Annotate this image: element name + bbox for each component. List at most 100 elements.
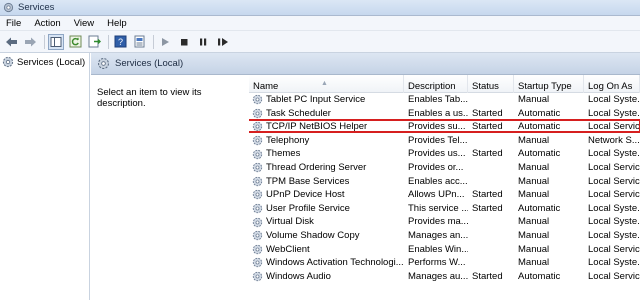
service-name-cell: Thread Ordering Server [249, 161, 404, 175]
service-gear-icon [252, 163, 263, 173]
service-description: Enables Win... [408, 243, 468, 255]
services-gear-icon [97, 57, 110, 70]
service-status: Started [472, 107, 503, 119]
service-row[interactable]: Thread Ordering Server Provides or... Manu… [249, 161, 640, 175]
service-status [468, 134, 514, 148]
stop-icon[interactable] [176, 34, 192, 50]
service-row[interactable]: User Profile Service This service ... Star… [249, 202, 640, 216]
service-gear-icon [252, 108, 263, 119]
service-name-cell: TPM Base Services [249, 175, 404, 189]
service-name-cell: Tablet PC Input Service [249, 93, 404, 107]
service-description: This service ... [408, 202, 468, 214]
service-log-on-as: Local Service [588, 243, 640, 255]
service-description: Allows UPn... [408, 189, 465, 201]
service-gear-icon [252, 203, 263, 214]
service-log-on-as: Network S... [588, 134, 640, 146]
service-log-on-as: Local Service [588, 161, 640, 173]
menu-help[interactable]: Help [101, 18, 134, 29]
service-status: Started [472, 148, 503, 160]
service-description: Enables Tab... [408, 94, 468, 105]
service-row[interactable]: Task Scheduler Enables a us... Started Auto… [249, 107, 640, 121]
service-name-cell: Volume Shadow Copy [249, 229, 404, 243]
back-icon[interactable] [3, 34, 19, 50]
service-name: Themes [266, 148, 301, 160]
column-header-status[interactable]: Status [468, 75, 514, 93]
service-row[interactable]: Tablet PC Input Service Enables Tab... Man… [249, 93, 640, 107]
menu-file[interactable]: File [0, 18, 28, 29]
start-icon[interactable] [157, 34, 173, 50]
service-status [468, 215, 514, 229]
service-gear-icon [252, 271, 263, 282]
service-gear-icon [252, 149, 263, 159]
service-status: Started [472, 121, 503, 133]
service-row[interactable]: TPM Base Services Enables acc... Manual Loc… [249, 175, 640, 189]
column-header-startup-type[interactable]: Startup Type [514, 75, 584, 93]
service-name: Virtual Disk [266, 216, 314, 228]
list-body: Tablet PC Input Service Enables Tab... Man… [249, 93, 640, 283]
service-name-cell: UPnP Device Host [249, 188, 404, 202]
window-title: Services [18, 2, 55, 13]
service-startup-type: Manual [518, 134, 550, 146]
menu-bar: File Action View Help [0, 16, 640, 31]
menu-view[interactable]: View [68, 18, 101, 29]
tree-item-services-local[interactable]: Services (Local) [0, 53, 89, 71]
service-name: WebClient [266, 243, 310, 255]
services-pane: Services (Local) Select an item to view … [91, 53, 640, 300]
service-status [468, 229, 514, 243]
service-log-on-as: Local Service [588, 121, 640, 133]
service-startup-type: Manual [518, 243, 550, 255]
service-row[interactable]: Telephony Provides Tel... Manual Network S.… [249, 134, 640, 148]
service-startup-type: Automatic [518, 270, 561, 282]
forward-icon[interactable] [22, 34, 38, 50]
service-status [468, 175, 514, 189]
service-name: Windows Activation Technologi... [266, 257, 404, 269]
service-log-on-as: Local Syste... [588, 257, 640, 269]
service-row[interactable]: Themes Provides us... Started Automatic Loca… [249, 147, 640, 161]
properties-icon[interactable] [131, 34, 147, 50]
service-startup-type: Manual [518, 257, 550, 269]
service-log-on-as: Local Syste... [588, 202, 640, 214]
service-log-on-as: Local Service [588, 175, 640, 187]
pane-header: Services (Local) [91, 53, 640, 75]
service-row[interactable]: Volume Shadow Copy Manages an... Manual Loc… [249, 229, 640, 243]
service-startup-type: Automatic [518, 107, 561, 119]
service-startup-type: Manual [518, 161, 550, 173]
column-header-description[interactable]: Description [404, 75, 468, 93]
service-log-on-as: Local Syste... [588, 216, 640, 228]
service-gear-icon [252, 190, 263, 200]
service-name-cell: Windows Audio [249, 270, 404, 284]
service-name: TPM Base Services [266, 175, 350, 187]
service-log-on-as: Local Service [588, 270, 640, 282]
svg-text:?: ? [117, 37, 122, 47]
service-startup-type: Automatic [518, 148, 561, 160]
service-name: User Profile Service [266, 202, 350, 214]
export-icon[interactable] [86, 34, 102, 50]
service-gear-icon [252, 135, 263, 146]
help-icon[interactable]: ? [112, 34, 128, 50]
services-app-icon [3, 2, 14, 13]
service-row[interactable]: Virtual Disk Provides ma... Manual Local Sy… [249, 215, 640, 229]
column-header-log-on-as[interactable]: Log On As [584, 75, 640, 93]
service-description: Manages an... [408, 229, 468, 241]
service-startup-type: Automatic [518, 202, 561, 214]
service-name-cell: WebClient [249, 243, 404, 257]
service-name: TCP/IP NetBIOS Helper [266, 121, 368, 133]
restart-icon[interactable] [214, 34, 230, 50]
service-row[interactable]: UPnP Device Host Allows UPn... Started Manu… [249, 188, 640, 202]
service-name-cell: Virtual Disk [249, 215, 404, 229]
show-hide-tree-icon[interactable] [48, 33, 64, 50]
service-description: Provides su... [408, 121, 466, 133]
refresh-icon[interactable] [67, 34, 83, 50]
list-header: ▲ Name Description Status Startup Type L… [249, 75, 640, 93]
toolbar-separator [153, 34, 154, 49]
service-row[interactable]: WebClient Enables Win... Manual Local Servi… [249, 243, 640, 257]
service-name-cell: Themes [249, 147, 404, 161]
service-gear-icon [252, 122, 263, 132]
service-row[interactable]: Windows Activation Technologi... Performs… [249, 256, 640, 270]
column-header-name[interactable]: ▲ Name [249, 75, 404, 93]
service-row[interactable]: Windows Audio Manages au... Started Automat… [249, 270, 640, 284]
menu-action[interactable]: Action [28, 18, 67, 29]
service-startup-type: Manual [518, 94, 550, 105]
pause-icon[interactable] [195, 34, 211, 50]
service-row[interactable]: TCP/IP NetBIOS Helper Provides su... Start… [249, 119, 640, 134]
